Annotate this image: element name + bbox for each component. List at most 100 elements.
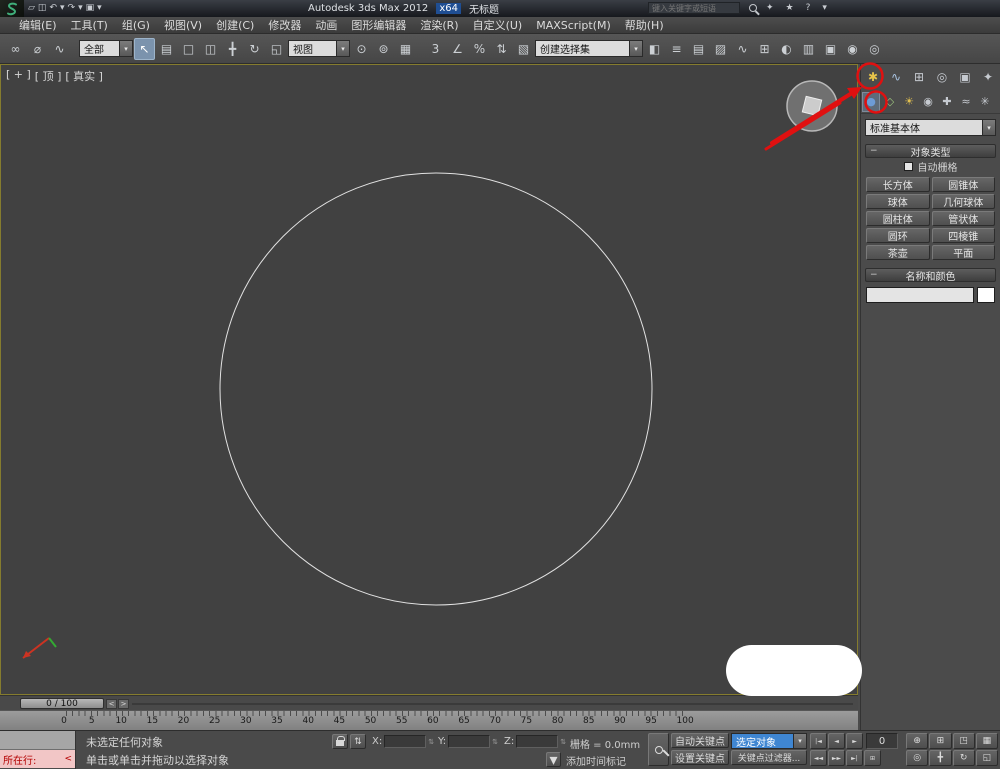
keyboard-override-icon[interactable]: ▦ [395,38,416,60]
object-class-combo[interactable]: 标准基本体 ▾ [865,119,996,136]
menu-help[interactable]: 帮助(H) [618,17,671,33]
help-icon[interactable]: ? [806,3,811,13]
tab-utilities[interactable]: ✦ [977,66,999,88]
render-setup-icon[interactable]: ▥ [798,38,819,60]
key-selection-combo[interactable]: 选定对象 ▾ [731,733,807,749]
menu-modifiers[interactable]: 修改器 [261,17,308,33]
combo-caret-icon[interactable]: ▾ [629,41,642,56]
schematic-view-icon[interactable]: ⊞ [754,38,775,60]
category-shapes[interactable]: ◇ [881,92,899,112]
auto-key-toggle[interactable]: 自动关键点 [671,733,729,748]
align-icon[interactable]: ≡ [666,38,687,60]
3dsmax-logo-icon[interactable] [0,0,24,17]
previous-frame-button[interactable]: ◄ [828,733,845,749]
use-pivot-center-icon[interactable]: ⊙ [351,38,372,60]
button-cylinder[interactable]: 圆柱体 [866,211,930,226]
category-geometry[interactable]: ● [862,92,880,112]
workspace-caret-icon[interactable]: ▾ [97,0,102,17]
undo-icon[interactable]: ↶ [49,0,57,17]
layer-manager-icon[interactable]: ▤ [688,38,709,60]
time-tag-icon[interactable]: ▾ [546,752,561,767]
listener-output-row[interactable] [0,731,75,750]
add-time-tag[interactable]: 添加时间标记 [566,753,626,768]
pan-button[interactable]: ╋ [929,750,951,766]
combo-caret-icon[interactable]: ▾ [982,120,995,135]
combo-caret-icon[interactable]: ▾ [336,41,349,56]
menu-views[interactable]: 视图(V) [157,17,209,33]
mirror-icon[interactable]: ◧ [644,38,665,60]
combo-caret-icon[interactable]: ▾ [119,41,132,56]
communication-center-icon[interactable]: ✦ [766,3,774,13]
button-torus[interactable]: 圆环 [866,228,930,243]
rendered-frame-icon[interactable]: ▣ [820,38,841,60]
field-of-view-button[interactable]: ◎ [906,750,928,766]
previous-frame-arrow[interactable]: < [106,699,117,709]
go-to-end-button[interactable]: ►| [846,750,863,766]
render-iterative-icon[interactable]: ◎ [864,38,885,60]
viewport-shading-menu[interactable]: [ 真实 ] [65,68,103,84]
x-field[interactable] [384,735,426,748]
named-selection-set-combo[interactable]: 创建选择集 ▾ [535,40,643,57]
undo-caret-icon[interactable]: ▾ [60,0,65,17]
selection-lock-toggle[interactable] [332,734,348,749]
object-name-field[interactable] [866,287,974,303]
tab-hierarchy[interactable]: ⊞ [908,66,930,88]
redo-caret-icon[interactable]: ▾ [78,0,83,17]
tab-modify[interactable]: ∿ [885,66,907,88]
favorites-icon[interactable]: ★ [786,3,794,13]
rectangular-selection-icon[interactable]: □ [178,38,199,60]
bind-to-space-warp-icon[interactable]: ∿ [49,38,70,60]
zoom-all-button[interactable]: ⊞ [929,733,951,749]
menu-group[interactable]: 组(G) [115,17,157,33]
viewport-top[interactable]: [ + ] [ 顶 ] [ 真实 ] [0,64,858,695]
combo-caret-icon[interactable]: ▾ [793,734,806,748]
go-to-start-button[interactable]: |◄ [810,733,827,749]
search-input[interactable] [648,2,740,14]
select-and-move-icon[interactable]: ╋ [222,38,243,60]
percent-snap-icon[interactable]: % [469,38,490,60]
graphite-ribbon-icon[interactable]: ▨ [710,38,731,60]
button-sphere[interactable]: 球体 [866,194,930,209]
redo-icon[interactable]: ↷ [68,0,76,17]
snap-toggle-icon[interactable]: 3 [425,38,446,60]
viewport-rotation-gizmo[interactable] [784,79,840,139]
project-folder-icon[interactable]: ▣ [86,0,95,17]
reference-coordinate-combo[interactable]: 视图 ▾ [288,40,350,57]
zoom-button[interactable]: ⊕ [906,733,928,749]
category-helpers[interactable]: ✚ [938,92,956,112]
curve-editor-icon[interactable]: ∿ [732,38,753,60]
y-field[interactable] [448,735,490,748]
key-filters-button[interactable]: 关键点过滤器... [731,750,807,765]
object-type-rollout[interactable]: − 对象类型 [865,144,996,158]
unlink-selection-icon[interactable]: ⌀ [27,38,48,60]
previous-key-button[interactable]: ◄◄ [810,750,827,766]
menu-create[interactable]: 创建(C) [209,17,261,33]
time-slider-handle[interactable]: 0 / 100 [20,698,104,709]
tab-create[interactable]: ✱ [862,66,884,88]
category-cameras[interactable]: ◉ [919,92,937,112]
render-production-icon[interactable]: ◉ [842,38,863,60]
button-tube[interactable]: 管状体 [932,211,996,226]
select-and-link-icon[interactable]: ∞ [5,38,26,60]
next-frame-arrow[interactable]: > [118,699,129,709]
button-plane[interactable]: 平面 [932,245,996,260]
button-box[interactable]: 长方体 [866,177,930,192]
zoom-extents-button[interactable]: ◳ [953,733,975,749]
name-color-rollout[interactable]: − 名称和颜色 [865,268,996,282]
select-by-name-icon[interactable]: ▤ [156,38,177,60]
category-systems[interactable]: ✳ [976,92,994,112]
maxscript-mini-listener[interactable]: 所在行: < [0,731,76,769]
absolute-offset-toggle[interactable]: ⇅ [350,734,366,749]
button-geosphere[interactable]: 几何球体 [932,194,996,209]
category-lights[interactable]: ☀ [900,92,918,112]
z-field[interactable] [516,735,558,748]
select-and-manipulate-icon[interactable]: ⊚ [373,38,394,60]
next-key-button[interactable]: ►► [828,750,845,766]
menu-customize[interactable]: 自定义(U) [466,17,530,33]
set-keys-button[interactable] [648,733,669,766]
category-space-warps[interactable]: ≈ [957,92,975,112]
window-crossing-icon[interactable]: ◫ [200,38,221,60]
z-spinner-icon[interactable]: ⇅ [560,738,566,746]
listener-macro-row[interactable]: 所在行: < [0,750,75,768]
track-bar[interactable]: 0510152025303540455055606570758085909510… [0,710,858,730]
